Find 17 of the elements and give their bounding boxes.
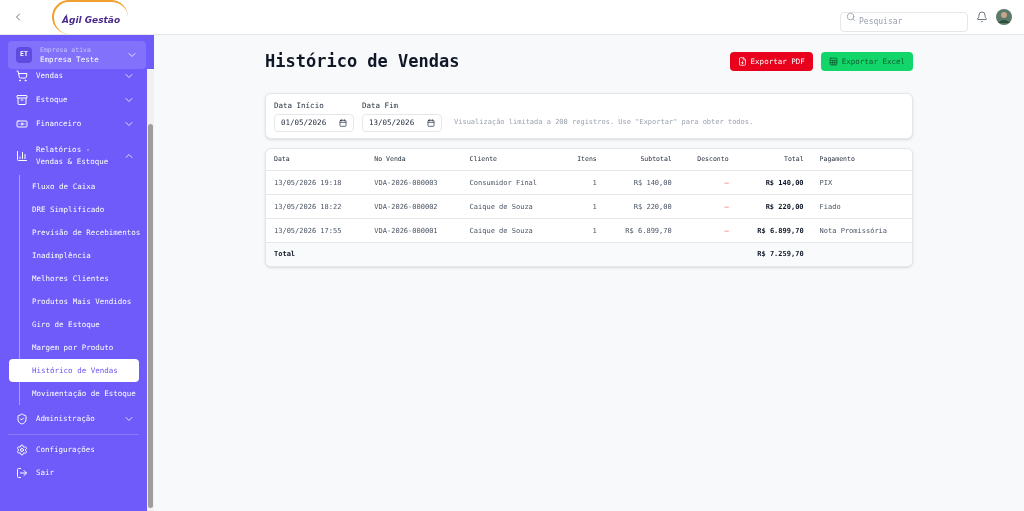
bar-chart-icon	[16, 150, 28, 162]
pdf-file-icon	[737, 57, 747, 67]
cart-icon	[16, 70, 28, 82]
calendar-icon	[427, 118, 435, 127]
search-icon	[846, 12, 856, 22]
archive-icon	[16, 94, 28, 106]
calendar-icon	[339, 118, 347, 127]
spreadsheet-icon	[828, 57, 838, 67]
search-field[interactable]: Pesquisar	[840, 11, 968, 32]
page-title: Histórico de Vendas	[265, 50, 460, 73]
settings-icon	[16, 443, 28, 456]
scrollbar[interactable]	[147, 69, 154, 511]
banknote-icon	[16, 118, 28, 130]
avatar[interactable]	[996, 9, 1012, 25]
shield-check-icon	[16, 413, 28, 425]
notification-icon[interactable]	[976, 11, 988, 23]
logout-icon	[16, 466, 28, 479]
